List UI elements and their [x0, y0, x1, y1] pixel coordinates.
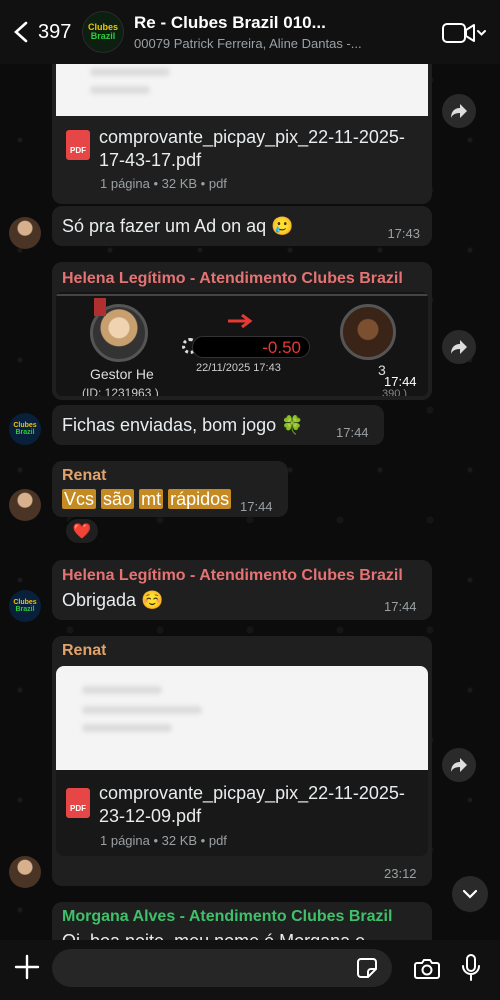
doc-card: PDF comprovante_picpay_pix_22-11-2025-23… — [56, 770, 428, 856]
message-time: 17:44 — [240, 499, 273, 514]
search-highlight: mt — [139, 489, 164, 509]
text-message[interactable]: Renat Vcs são mt rápidos 17:44 — [52, 461, 288, 517]
avatar-text: Clubes — [13, 599, 37, 606]
avatar-text-2: Brazil — [15, 429, 35, 436]
message-time: 23:12 — [384, 866, 417, 881]
message-input[interactable] — [52, 949, 392, 987]
video-call-icon — [442, 23, 486, 43]
message-text: Obrigada ☺️ — [62, 590, 164, 610]
forward-button[interactable] — [442, 330, 476, 364]
group-title: Re - Clubes Brazil 010... — [134, 13, 326, 32]
doc-filename: comprovante_picpay_pix_22-11-2025-23-12-… — [99, 783, 405, 826]
avatar[interactable]: Clubes Brazil — [9, 590, 41, 622]
video-call-button[interactable] — [442, 22, 486, 44]
mic-button[interactable] — [462, 954, 480, 987]
group-participants: 00079 Patrick Ferreira, Aline Dantas -..… — [134, 36, 362, 51]
message-text: Vcs são mt rápidos — [62, 489, 232, 510]
avatar-right — [340, 304, 396, 360]
group-avatar-text-2: Brazil — [90, 31, 116, 41]
camera-icon — [414, 959, 440, 979]
message-time: 17:44 — [384, 599, 417, 614]
forward-icon — [451, 104, 467, 118]
forward-icon — [451, 758, 467, 772]
text-message[interactable]: Fichas enviadas, bom jogo 🍀 17:44 — [52, 405, 384, 445]
avatar-text: Clubes — [13, 422, 37, 429]
sticker-icon — [357, 958, 377, 978]
doc-message[interactable]: Renat PDF comprovante_picpay_pix_22-11-2… — [52, 636, 432, 886]
unread-count: 397 — [38, 20, 72, 43]
avatar[interactable] — [9, 217, 41, 249]
search-highlight: são — [101, 489, 135, 509]
back-chevron-icon — [14, 21, 28, 43]
sticker-button[interactable] — [356, 957, 378, 984]
doc-message[interactable]: PDF comprovante_picpay_pix_22-11-2025-17… — [52, 58, 432, 204]
forward-button[interactable] — [442, 748, 476, 782]
transfer-image: Gestor He (ID: 1231963 ) -0.50 22/11/202… — [56, 292, 428, 396]
pdf-icon: PDF — [66, 788, 90, 818]
doc-filename: comprovante_picpay_pix_22-11-2025-17-43-… — [99, 127, 405, 170]
reaction-badge[interactable]: ❤️ — [64, 517, 100, 545]
sender-name: Helena Legítimo - Atendimento Clubes Bra… — [62, 270, 403, 287]
doc-preview — [56, 666, 428, 770]
sender-name: Morgana Alves - Atendimento Clubes Brazi… — [62, 908, 393, 925]
sender-name: Renat — [62, 642, 106, 659]
transfer-amount: -0.50 — [262, 338, 301, 357]
message-text: Só pra fazer um Ad on aq 🥲 — [62, 216, 294, 236]
text-message[interactable]: Só pra fazer um Ad on aq 🥲 17:43 — [52, 206, 432, 246]
doc-meta: 1 página • 32 KB • pdf — [100, 176, 227, 191]
scroll-down-icon — [462, 889, 478, 899]
chat-header: 397 Clubes Brazil Re - Clubes Brazil 010… — [0, 0, 500, 64]
right-player-id: 390 ) — [382, 388, 408, 396]
message-time: 17:44 — [336, 425, 369, 440]
avatar-text-2: Brazil — [15, 606, 35, 613]
left-player-name: Gestor He — [90, 366, 154, 382]
pdf-icon: PDF — [66, 130, 90, 160]
message-time: 17:43 — [387, 226, 420, 241]
transfer-datetime: 22/11/2025 17:43 — [196, 362, 281, 374]
mic-icon — [462, 954, 480, 981]
search-highlight: rápidos — [168, 489, 232, 509]
sender-name: Renat — [62, 467, 107, 484]
left-player-id: (ID: 1231963 ) — [82, 386, 159, 396]
back-button[interactable]: 397 — [0, 21, 82, 44]
amount-pill: -0.50 — [192, 336, 310, 358]
divider — [56, 294, 428, 296]
plus-icon — [14, 954, 40, 980]
text-message[interactable]: Helena Legítimo - Atendimento Clubes Bra… — [52, 560, 432, 620]
forward-button[interactable] — [442, 94, 476, 128]
forward-icon — [451, 340, 467, 354]
scroll-down-button[interactable] — [452, 876, 488, 912]
avatar[interactable]: Clubes Brazil — [9, 413, 41, 445]
doc-meta: 1 página • 32 KB • pdf — [100, 833, 227, 848]
image-message[interactable]: Helena Legítimo - Atendimento Clubes Bra… — [52, 262, 432, 400]
message-text: Fichas enviadas, bom jogo 🍀 — [62, 415, 304, 435]
arrow-right-icon — [228, 313, 256, 329]
group-info[interactable]: Re - Clubes Brazil 010... 00079 Patrick … — [134, 13, 414, 51]
group-avatar[interactable]: Clubes Brazil — [82, 11, 124, 53]
search-highlight: Vcs — [62, 489, 97, 509]
composer-bar — [0, 940, 500, 1000]
avatar[interactable] — [9, 489, 41, 521]
avatar[interactable] — [9, 856, 41, 888]
rank-badge — [94, 298, 106, 316]
message-time: 17:44 — [384, 374, 417, 389]
doc-preview — [56, 58, 428, 116]
camera-button[interactable] — [414, 957, 440, 984]
sender-name: Helena Legítimo - Atendimento Clubes Bra… — [62, 567, 403, 584]
attach-button[interactable] — [14, 954, 40, 986]
heart-icon: ❤️ — [72, 523, 92, 540]
